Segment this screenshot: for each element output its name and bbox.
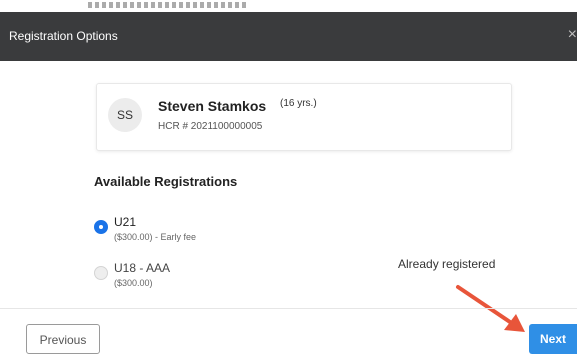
option-label: U18 - AAA (114, 261, 171, 275)
option-fee: ($300.00) (114, 278, 153, 288)
background-text-fragment (88, 2, 248, 8)
avatar: SS (108, 98, 142, 132)
player-age: (16 yrs.) (280, 98, 317, 109)
radio-u18-aaa (94, 266, 108, 280)
next-button[interactable]: Next (529, 324, 577, 354)
player-card: SS Steven Stamkos (16 yrs.) HCR # 202110… (96, 83, 512, 151)
close-icon[interactable]: × (568, 25, 577, 45)
player-name: Steven Stamkos (158, 98, 267, 114)
already-registered-annotation: Already registered (398, 257, 496, 271)
option-fee: ($300.00) - Early fee (114, 232, 197, 242)
modal-title: Registration Options (9, 29, 118, 43)
player-hcr-number: HCR # 2021100000005 (158, 121, 263, 132)
available-registrations-heading: Available Registrations (94, 174, 238, 189)
radio-u21[interactable] (94, 220, 108, 234)
background-page-strip (0, 0, 577, 12)
option-label: U21 (114, 215, 137, 229)
registration-options-modal: Registration Options × SS Steven Stamkos… (0, 12, 577, 362)
red-arrow-icon (456, 285, 525, 332)
footer-divider (0, 308, 577, 309)
modal-header: Registration Options × (0, 12, 577, 61)
previous-button[interactable]: Previous (26, 324, 100, 354)
